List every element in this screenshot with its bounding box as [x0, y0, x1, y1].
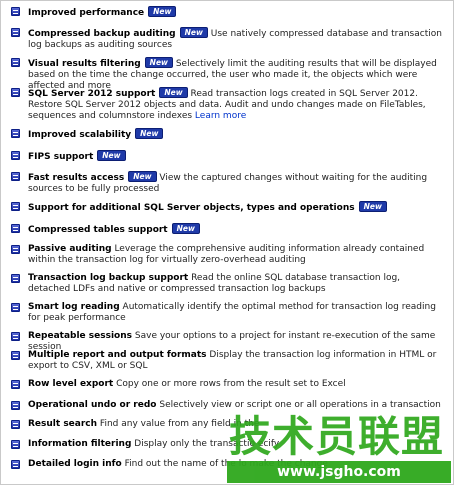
bullet-icon [11, 351, 20, 360]
new-badge: New [144, 57, 173, 68]
feature-title: FIPS support [28, 152, 94, 162]
feature-description: Copy one or more rows from the result se… [116, 379, 346, 389]
feature-title: Passive auditing [28, 244, 112, 254]
bullet-icon [11, 245, 20, 254]
feature-title: Result search [28, 419, 98, 429]
bullet-icon [11, 303, 20, 312]
feature-title: Support for additional SQL Server object… [28, 203, 355, 213]
bullet-icon [11, 380, 20, 389]
feature-title: Operational undo or redo [28, 400, 157, 410]
feature-list-panel: Improved performance New Compressed backu… [0, 0, 454, 485]
feature-title: Repeatable sessions [28, 331, 133, 341]
bullet-icon [11, 88, 20, 97]
new-badge: New [135, 128, 164, 139]
feature-title: Detailed login info [28, 459, 122, 469]
feature-title: Row level export [28, 379, 114, 389]
feature-title: Improved performance [28, 8, 145, 18]
new-badge: New [128, 171, 157, 182]
feature-title: Information filtering [28, 439, 132, 449]
new-badge: New [159, 87, 188, 98]
feature-title: Transaction log backup support [28, 273, 189, 283]
new-badge: New [97, 150, 126, 161]
bullet-icon [11, 58, 20, 67]
bullet-icon [11, 151, 20, 160]
feature-title: Compressed backup auditing [28, 29, 176, 39]
bullet-icon [11, 401, 20, 410]
bullet-icon [11, 332, 20, 341]
new-badge: New [179, 27, 208, 38]
bullet-icon [11, 202, 20, 211]
bullet-icon [11, 28, 20, 37]
new-badge: New [171, 223, 200, 234]
feature-title: Improved scalability [28, 130, 132, 140]
feature-title: Multiple report and output formats [28, 350, 207, 360]
bullet-icon [11, 172, 20, 181]
bullet-icon [11, 224, 20, 233]
feature-title: Fast results access [28, 173, 125, 183]
bullet-icon [11, 274, 20, 283]
bullet-icon [11, 420, 20, 429]
learn-more-link[interactable]: Learn more [195, 111, 246, 121]
new-badge: New [358, 201, 387, 212]
feature-title: Smart log reading [28, 302, 120, 312]
feature-title: Compressed tables support [28, 225, 168, 235]
bullet-icon [11, 129, 20, 138]
bullet-icon [11, 440, 20, 449]
bullet-icon [11, 7, 20, 16]
bullet-icon [11, 460, 20, 469]
feature-description: Selectively view or script one or all op… [159, 400, 441, 410]
feature-title: SQL Server 2012 support [28, 89, 156, 99]
feature-title: Visual results filtering [28, 59, 141, 69]
watermark-logo: 技术员联盟 [229, 412, 445, 461]
new-badge: New [148, 6, 177, 17]
watermark-url: www.jsgho.com [227, 461, 451, 483]
